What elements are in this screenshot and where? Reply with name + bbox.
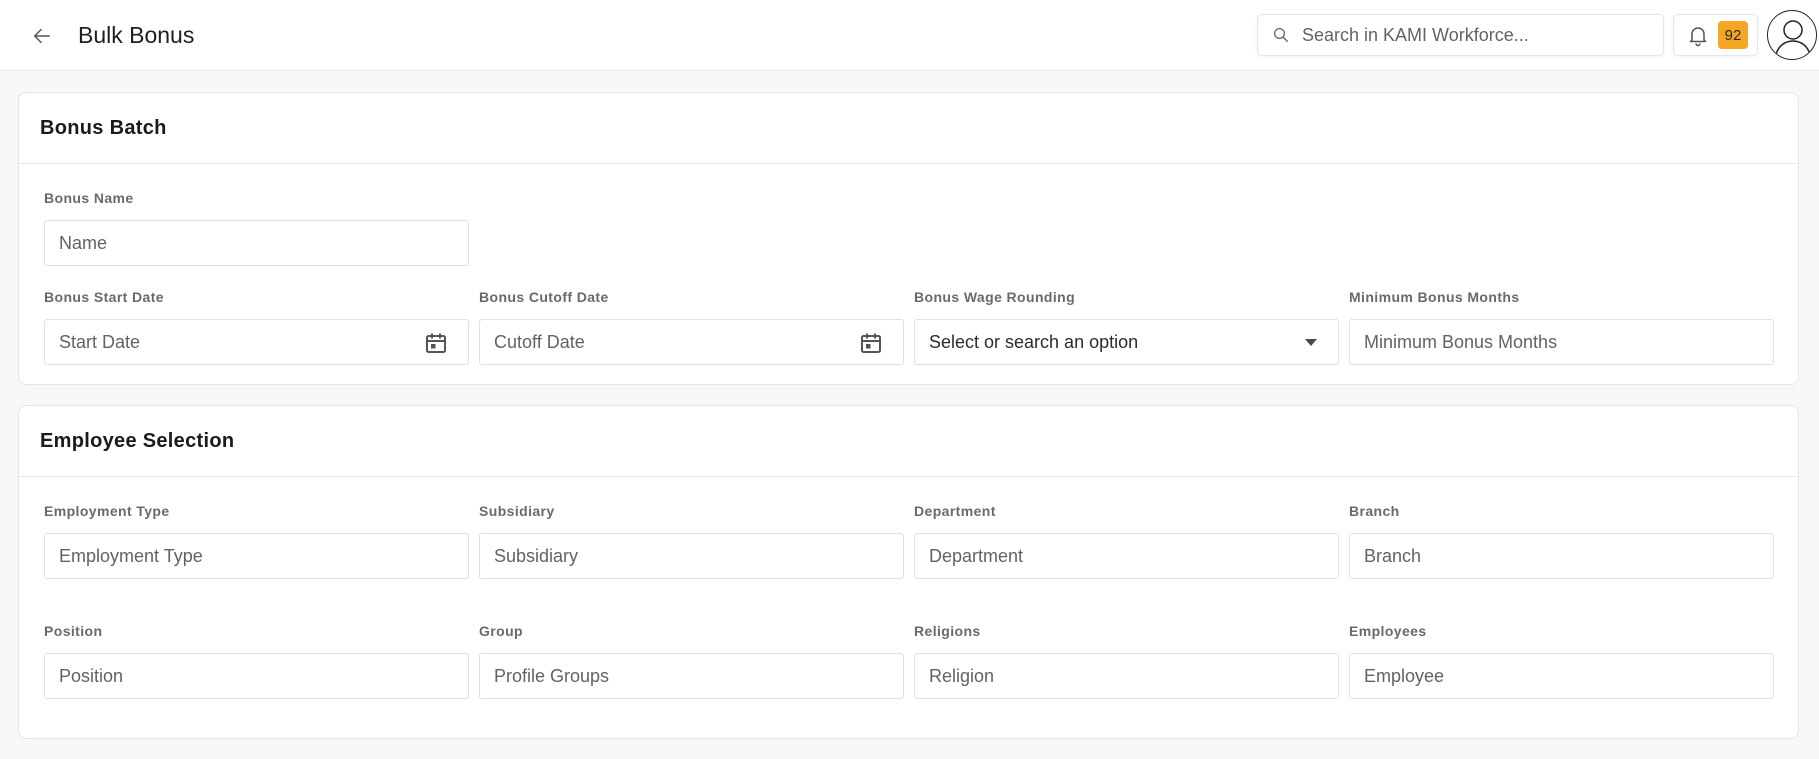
subsidiary-label: Subsidiary: [479, 503, 555, 519]
minimum-bonus-months-field: Minimum Bonus Months: [1349, 289, 1774, 365]
group-field: Group: [479, 623, 904, 699]
religions-field: Religions: [914, 623, 1339, 699]
bonus-wage-rounding-placeholder: Select or search an option: [929, 331, 1139, 352]
religions-label: Religions: [914, 623, 981, 639]
bonus-cutoff-date-field: Bonus Cutoff Date: [479, 289, 904, 365]
notifications-button[interactable]: 92: [1673, 14, 1758, 56]
position-field: Position: [44, 623, 469, 699]
calendar-icon[interactable]: [859, 331, 883, 355]
back-button[interactable]: [26, 20, 58, 52]
page-title: Bulk Bonus: [78, 22, 195, 48]
religions-input[interactable]: [915, 654, 1338, 698]
branch-label: Branch: [1349, 503, 1400, 519]
bonus-name-field: Bonus Name: [44, 190, 469, 266]
subsidiary-input[interactable]: [480, 534, 903, 578]
bonus-batch-header: Bonus Batch: [19, 93, 1798, 164]
minimum-bonus-months-label: Minimum Bonus Months: [1349, 289, 1520, 305]
calendar-icon[interactable]: [424, 331, 448, 355]
bell-icon: [1686, 23, 1710, 47]
bonus-wage-rounding-field: Bonus Wage Rounding Select or search an …: [914, 289, 1339, 365]
bonus-name-label: Bonus Name: [44, 190, 134, 206]
bonus-wage-rounding-label: Bonus Wage Rounding: [914, 289, 1076, 305]
search-input[interactable]: [1302, 24, 1662, 46]
employee-selection-card: Employee Selection Employment Type Subsi…: [18, 405, 1799, 739]
group-input[interactable]: [480, 654, 903, 698]
bonus-start-date-input[interactable]: [45, 320, 468, 364]
group-label: Group: [479, 623, 523, 639]
department-field: Department: [914, 503, 1339, 579]
employment-type-label: Employment Type: [44, 503, 170, 519]
bonus-cutoff-date-label: Bonus Cutoff Date: [479, 289, 609, 305]
position-label: Position: [44, 623, 103, 639]
bonus-batch-title: Bonus Batch: [40, 116, 167, 139]
notification-count-badge: 92: [1718, 21, 1748, 49]
bonus-batch-card: Bonus Batch Bonus Name Bonus Start Date …: [18, 92, 1799, 385]
branch-input[interactable]: [1350, 534, 1773, 578]
subsidiary-field: Subsidiary: [479, 503, 904, 579]
user-icon: [1775, 20, 1811, 56]
user-avatar[interactable]: [1767, 10, 1817, 60]
employees-label: Employees: [1349, 623, 1427, 639]
position-input[interactable]: [45, 654, 468, 698]
minimum-bonus-months-input[interactable]: [1350, 320, 1773, 364]
bonus-start-date-label: Bonus Start Date: [44, 289, 164, 305]
branch-field: Branch: [1349, 503, 1774, 579]
arrow-left-icon: [33, 28, 51, 44]
department-input[interactable]: [915, 534, 1338, 578]
employment-type-input[interactable]: [45, 534, 468, 578]
bonus-start-date-field: Bonus Start Date: [44, 289, 469, 365]
top-header: Bulk Bonus 92: [0, 0, 1819, 71]
employee-selection-header: Employee Selection: [19, 406, 1798, 477]
global-search[interactable]: [1257, 14, 1664, 56]
employees-input[interactable]: [1350, 654, 1773, 698]
employees-field: Employees: [1349, 623, 1774, 699]
search-icon: [1272, 26, 1290, 44]
employee-selection-title: Employee Selection: [40, 429, 235, 452]
employment-type-field: Employment Type: [44, 503, 469, 579]
bonus-cutoff-date-input[interactable]: [480, 320, 903, 364]
bonus-wage-rounding-select[interactable]: Select or search an option: [914, 319, 1339, 365]
bonus-name-input[interactable]: [45, 221, 468, 265]
caret-down-icon: [1305, 339, 1317, 346]
department-label: Department: [914, 503, 996, 519]
